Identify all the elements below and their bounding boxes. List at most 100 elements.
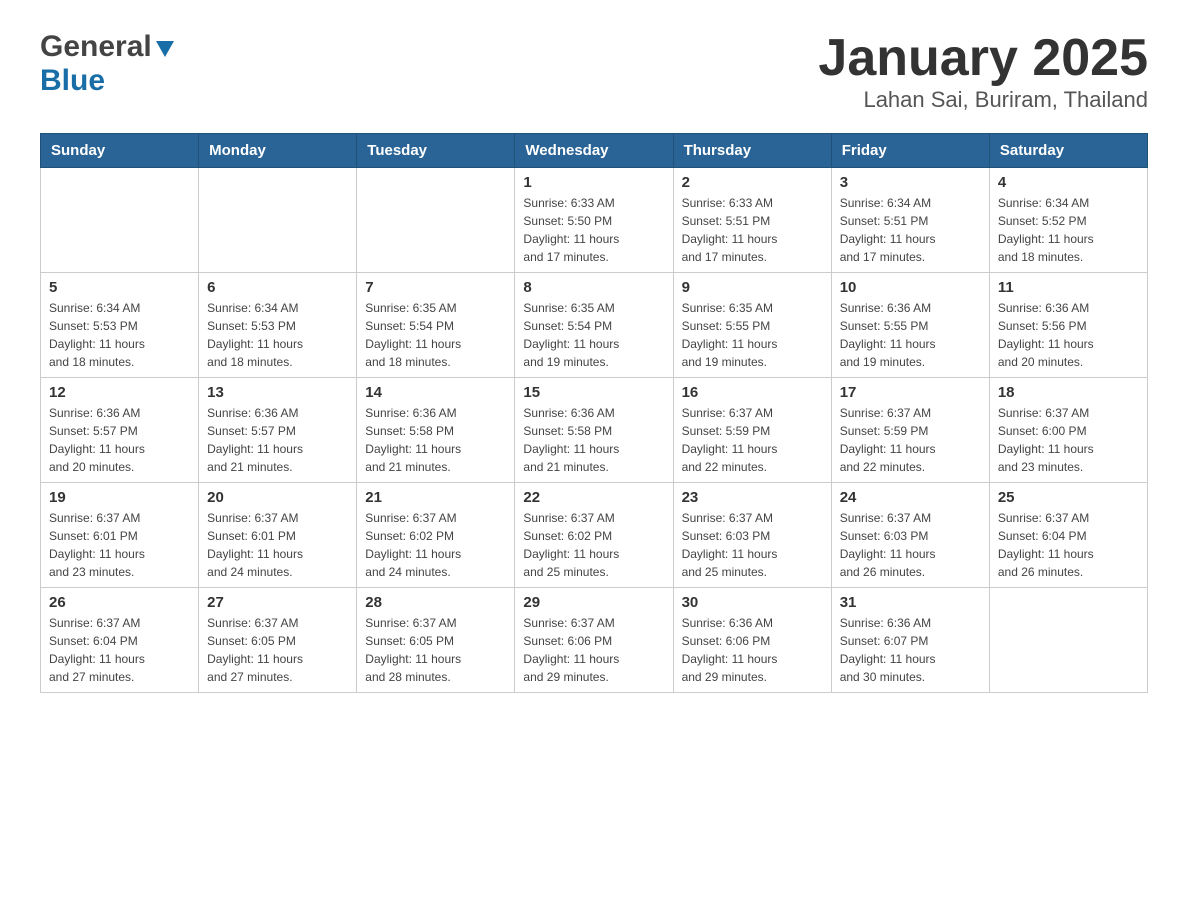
day-info: Sunrise: 6:35 AMSunset: 5:54 PMDaylight:… xyxy=(365,299,506,371)
day-number: 20 xyxy=(207,489,348,506)
day-number: 8 xyxy=(523,279,664,296)
day-info: Sunrise: 6:34 AMSunset: 5:53 PMDaylight:… xyxy=(207,299,348,371)
day-info: Sunrise: 6:35 AMSunset: 5:54 PMDaylight:… xyxy=(523,299,664,371)
week-row-5: 26 Sunrise: 6:37 AMSunset: 6:04 PMDayligh… xyxy=(41,588,1148,693)
day-info: Sunrise: 6:37 AMSunset: 6:01 PMDaylight:… xyxy=(49,509,190,581)
weekday-header-sunday: Sunday xyxy=(41,134,199,168)
day-number: 10 xyxy=(840,279,981,296)
day-cell: 2 Sunrise: 6:33 AMSunset: 5:51 PMDaylight… xyxy=(673,168,831,273)
day-number: 24 xyxy=(840,489,981,506)
week-row-4: 19 Sunrise: 6:37 AMSunset: 6:01 PMDayligh… xyxy=(41,483,1148,588)
calendar-header: SundayMondayTuesdayWednesdayThursdayFrid… xyxy=(41,134,1148,168)
day-cell: 8 Sunrise: 6:35 AMSunset: 5:54 PMDaylight… xyxy=(515,273,673,378)
weekday-header-tuesday: Tuesday xyxy=(357,134,515,168)
day-number: 12 xyxy=(49,384,190,401)
day-number: 19 xyxy=(49,489,190,506)
day-number: 3 xyxy=(840,174,981,191)
day-info: Sunrise: 6:37 AMSunset: 6:05 PMDaylight:… xyxy=(207,614,348,686)
day-cell: 28 Sunrise: 6:37 AMSunset: 6:05 PMDayligh… xyxy=(357,588,515,693)
weekday-header-row: SundayMondayTuesdayWednesdayThursdayFrid… xyxy=(41,134,1148,168)
day-cell: 12 Sunrise: 6:36 AMSunset: 5:57 PMDayligh… xyxy=(41,378,199,483)
day-number: 6 xyxy=(207,279,348,296)
day-number: 26 xyxy=(49,594,190,611)
day-info: Sunrise: 6:36 AMSunset: 6:07 PMDaylight:… xyxy=(840,614,981,686)
day-cell: 26 Sunrise: 6:37 AMSunset: 6:04 PMDayligh… xyxy=(41,588,199,693)
day-number: 27 xyxy=(207,594,348,611)
day-number: 25 xyxy=(998,489,1139,506)
day-number: 21 xyxy=(365,489,506,506)
day-number: 1 xyxy=(523,174,664,191)
day-cell: 14Sunrise: 6:36 AMSunset: 5:58 PMDayligh… xyxy=(357,378,515,483)
logo-general-text: General xyxy=(40,30,152,64)
day-info: Sunrise: 6:36 AMSunset: 5:57 PMDaylight:… xyxy=(49,404,190,476)
day-number: 11 xyxy=(998,279,1139,296)
day-number: 30 xyxy=(682,594,823,611)
day-info: Sunrise: 6:33 AMSunset: 5:50 PMDaylight:… xyxy=(523,194,664,266)
page-title: January 2025 xyxy=(818,30,1148,87)
day-number: 9 xyxy=(682,279,823,296)
day-info: Sunrise: 6:37 AMSunset: 6:03 PMDaylight:… xyxy=(682,509,823,581)
title-block: January 2025 Lahan Sai, Buriram, Thailan… xyxy=(818,30,1148,113)
weekday-header-saturday: Saturday xyxy=(989,134,1147,168)
logo-blue-text: Blue xyxy=(40,64,105,98)
day-number: 23 xyxy=(682,489,823,506)
day-info: Sunrise: 6:34 AMSunset: 5:53 PMDaylight:… xyxy=(49,299,190,371)
day-number: 2 xyxy=(682,174,823,191)
day-cell xyxy=(41,168,199,273)
day-info: Sunrise: 6:36 AMSunset: 5:57 PMDaylight:… xyxy=(207,404,348,476)
day-number: 18 xyxy=(998,384,1139,401)
day-cell: 6 Sunrise: 6:34 AMSunset: 5:53 PMDaylight… xyxy=(199,273,357,378)
day-cell: 23 Sunrise: 6:37 AMSunset: 6:03 PMDayligh… xyxy=(673,483,831,588)
day-info: Sunrise: 6:34 AMSunset: 5:52 PMDaylight:… xyxy=(998,194,1139,266)
day-cell: 9 Sunrise: 6:35 AMSunset: 5:55 PMDaylight… xyxy=(673,273,831,378)
day-cell: 19 Sunrise: 6:37 AMSunset: 6:01 PMDayligh… xyxy=(41,483,199,588)
day-info: Sunrise: 6:33 AMSunset: 5:51 PMDaylight:… xyxy=(682,194,823,266)
day-number: 28 xyxy=(365,594,506,611)
day-cell xyxy=(357,168,515,273)
day-cell: 25 Sunrise: 6:37 AMSunset: 6:04 PMDayligh… xyxy=(989,483,1147,588)
day-info: Sunrise: 6:37 AMSunset: 6:02 PMDaylight:… xyxy=(365,509,506,581)
day-info: Sunrise: 6:35 AMSunset: 5:55 PMDaylight:… xyxy=(682,299,823,371)
day-cell: 7 Sunrise: 6:35 AMSunset: 5:54 PMDaylight… xyxy=(357,273,515,378)
weekday-header-wednesday: Wednesday xyxy=(515,134,673,168)
day-info: Sunrise: 6:36 AMSunset: 6:06 PMDaylight:… xyxy=(682,614,823,686)
day-cell: 21 Sunrise: 6:37 AMSunset: 6:02 PMDayligh… xyxy=(357,483,515,588)
day-number: 16 xyxy=(682,384,823,401)
day-number: 31 xyxy=(840,594,981,611)
day-cell: 11Sunrise: 6:36 AMSunset: 5:56 PMDayligh… xyxy=(989,273,1147,378)
weekday-header-monday: Monday xyxy=(199,134,357,168)
day-number: 13 xyxy=(207,384,348,401)
day-info: Sunrise: 6:37 AMSunset: 6:06 PMDaylight:… xyxy=(523,614,664,686)
day-info: Sunrise: 6:37 AMSunset: 6:04 PMDaylight:… xyxy=(998,509,1139,581)
day-info: Sunrise: 6:36 AMSunset: 5:58 PMDaylight:… xyxy=(523,404,664,476)
calendar-table: SundayMondayTuesdayWednesdayThursdayFrid… xyxy=(40,133,1148,693)
logo-triangle-icon xyxy=(154,37,176,59)
day-cell: 16 Sunrise: 6:37 AMSunset: 5:59 PMDayligh… xyxy=(673,378,831,483)
day-number: 7 xyxy=(365,279,506,296)
day-info: Sunrise: 6:37 AMSunset: 6:05 PMDaylight:… xyxy=(365,614,506,686)
day-cell: 13 Sunrise: 6:36 AMSunset: 5:57 PMDayligh… xyxy=(199,378,357,483)
logo: General Blue xyxy=(40,30,176,98)
day-cell: 29 Sunrise: 6:37 AMSunset: 6:06 PMDayligh… xyxy=(515,588,673,693)
day-info: Sunrise: 6:36 AMSunset: 5:58 PMDaylight:… xyxy=(365,404,506,476)
day-cell: 4 Sunrise: 6:34 AMSunset: 5:52 PMDaylight… xyxy=(989,168,1147,273)
page-subtitle: Lahan Sai, Buriram, Thailand xyxy=(818,87,1148,113)
day-number: 29 xyxy=(523,594,664,611)
day-cell: 10 Sunrise: 6:36 AMSunset: 5:55 PMDayligh… xyxy=(831,273,989,378)
week-row-3: 12 Sunrise: 6:36 AMSunset: 5:57 PMDayligh… xyxy=(41,378,1148,483)
week-row-1: 1 Sunrise: 6:33 AMSunset: 5:50 PMDaylight… xyxy=(41,168,1148,273)
day-cell: 31 Sunrise: 6:36 AMSunset: 6:07 PMDayligh… xyxy=(831,588,989,693)
day-info: Sunrise: 6:37 AMSunset: 6:01 PMDaylight:… xyxy=(207,509,348,581)
day-info: Sunrise: 6:37 AMSunset: 6:02 PMDaylight:… xyxy=(523,509,664,581)
weekday-header-thursday: Thursday xyxy=(673,134,831,168)
calendar-body: 1 Sunrise: 6:33 AMSunset: 5:50 PMDaylight… xyxy=(41,168,1148,693)
day-info: Sunrise: 6:37 AMSunset: 6:04 PMDaylight:… xyxy=(49,614,190,686)
day-cell: 3Sunrise: 6:34 AMSunset: 5:51 PMDaylight… xyxy=(831,168,989,273)
day-cell xyxy=(199,168,357,273)
day-cell: 30 Sunrise: 6:36 AMSunset: 6:06 PMDayligh… xyxy=(673,588,831,693)
day-info: Sunrise: 6:36 AMSunset: 5:55 PMDaylight:… xyxy=(840,299,981,371)
day-number: 4 xyxy=(998,174,1139,191)
day-number: 17 xyxy=(840,384,981,401)
day-info: Sunrise: 6:37 AMSunset: 5:59 PMDaylight:… xyxy=(682,404,823,476)
day-cell: 1 Sunrise: 6:33 AMSunset: 5:50 PMDaylight… xyxy=(515,168,673,273)
